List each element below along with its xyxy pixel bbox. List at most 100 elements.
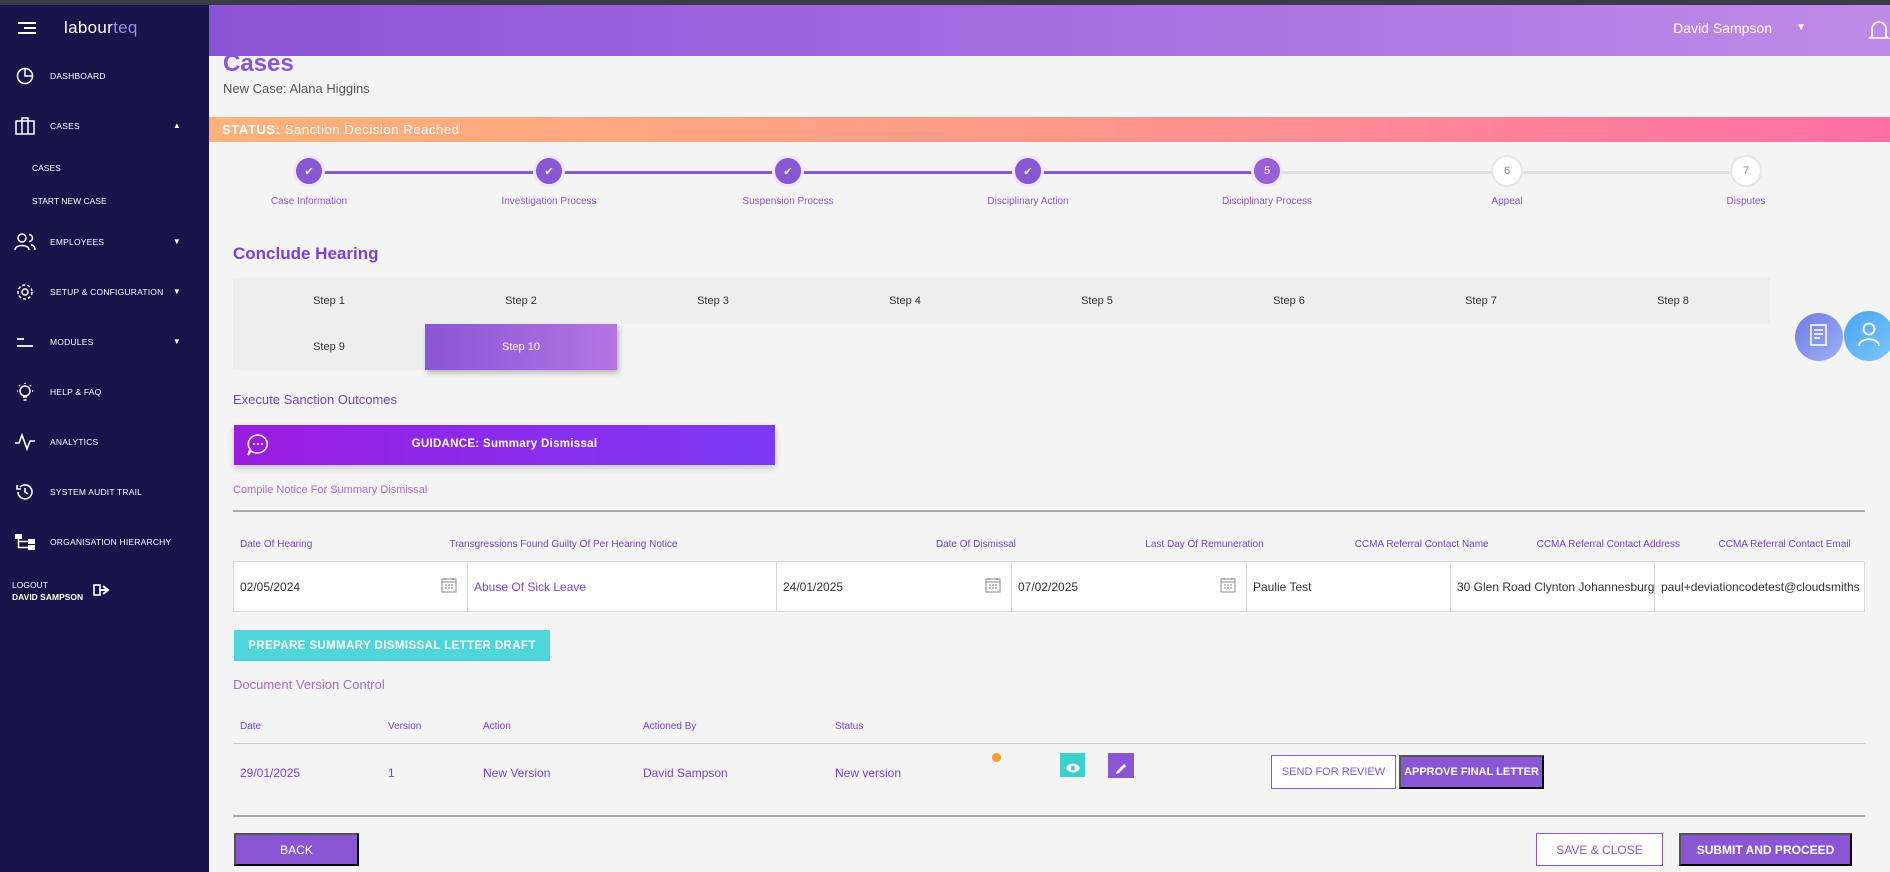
history-icon [14,481,36,503]
progress-stepper: ✔ Case Information ✔ Investigation Proce… [209,155,1890,215]
modules-icon [14,331,36,353]
notes-fab-button[interactable] [1795,313,1843,361]
submit-and-proceed-button[interactable]: SUBMIT AND PROCEED [1679,833,1852,866]
table-row: 29/01/2025 1 New Version David Sampson N… [233,744,1865,802]
sidebar-item-help[interactable]: Help & FAQ [0,367,209,417]
date-of-hearing-value: 02/05/2024 [240,579,301,594]
step-label: Appeal [1491,196,1523,207]
sidebar-item-label: Cases [50,121,80,131]
stepper-step-appeal[interactable]: 6 Appeal [1417,155,1597,207]
header-user-name[interactable]: David Sampson [1673,20,1772,36]
stepper-step-disputes[interactable]: 7 Disputes [1656,155,1836,207]
tab-step-4[interactable]: Step 4 [809,278,1001,324]
edit-document-button[interactable] [1108,753,1134,778]
sidebar-item-analytics[interactable]: Analytics [0,417,209,467]
chevron-down-icon[interactable]: ▼ [1796,22,1806,33]
chevron-up-icon[interactable]: ▲ [173,121,181,130]
col-date-of-dismissal: Date Of Dismissal [935,539,1016,550]
col-ccma-contact-name: CCMA Referral Contact Name [1354,539,1489,550]
stepper-step-suspension[interactable]: ✔ Suspension Process [698,155,878,207]
col-action: Action [483,721,511,732]
compile-notice-title: Compile Notice For Summary Dismissal [233,484,428,496]
version-table-header: Date Version Action Actioned By Status [233,712,1865,744]
calendar-icon[interactable] [985,577,1001,593]
form-header-row: Date Of Hearing Transgressions Found Gui… [233,533,1865,561]
view-document-button[interactable] [1060,753,1085,777]
col-last-day-remuneration: Last Day Of Remuneration [1145,539,1264,550]
tab-row: Step 9 Step 10 [233,324,618,370]
sidebar-item-label: Organisation Hierarchy [50,537,172,547]
status-value: Sanction Decision Reached [284,122,460,137]
ccma-contact-address-field[interactable]: 30 Glen Road Clynton Johannesburg [1451,561,1655,612]
sidebar-item-label: System Audit Trail [50,487,143,497]
row-actioned-by: David Sampson [643,766,728,780]
lightbulb-icon [14,381,36,403]
ccma-contact-name-field[interactable]: Paulie Test [1247,561,1451,612]
sidebar-item-label: Analytics [50,437,99,447]
col-ccma-contact-address: CCMA Referral Contact Address [1536,539,1680,550]
last-day-remuneration-field[interactable]: 07/02/2025 [1012,561,1247,612]
tab-step-9[interactable]: Step 9 [233,324,425,370]
chevron-down-icon[interactable]: ▼ [173,337,181,346]
stepper-step-disciplinary-process[interactable]: 5 Disciplinary Process [1177,155,1357,207]
guidance-banner[interactable]: GUIDANCE: Summary Dismissal [234,425,775,465]
save-and-close-button[interactable]: SAVE & CLOSE [1536,833,1663,866]
pie-chart-icon [14,65,36,87]
send-for-review-button[interactable]: SEND FOR REVIEW [1271,755,1396,789]
ccma-contact-email-field[interactable]: paul+deviationcodetest@cloudsmiths [1655,561,1865,612]
col-date-of-hearing: Date Of Hearing [240,539,313,550]
logout-link[interactable]: Logout David Sampson [0,567,209,603]
sidebar-item-hierarchy[interactable]: Organisation Hierarchy [0,517,209,567]
prepare-letter-draft-button[interactable]: PREPARE SUMMARY DISMISSAL LETTER DRAFT [234,630,550,661]
guidance-text: GUIDANCE: Summary Dismissal [411,438,598,450]
ccma-contact-name-value: Paulie Test [1253,579,1312,594]
document-icon [1806,322,1832,353]
sidebar-subitem-start-new-case[interactable]: Start New Case [0,184,209,217]
menu-toggle-icon[interactable] [18,22,36,34]
stepper-step-case-information[interactable]: ✔ Case Information [219,155,399,207]
row-date: 29/01/2025 [240,766,301,780]
tab-step-3[interactable]: Step 3 [617,278,809,324]
back-button[interactable]: BACK [234,833,359,866]
gear-icon [14,281,36,303]
tab-row: Step 1 Step 2 Step 3 Step 4 Step 5 Step … [233,278,1770,324]
sidebar-item-dashboard[interactable]: Dashboard [0,51,209,101]
sidebar-item-setup[interactable]: Setup & Configuration ▼ [0,267,209,317]
tab-step-8[interactable]: Step 8 [1577,278,1769,324]
app-logo[interactable]: labourteq [64,18,138,38]
tab-step-2[interactable]: Step 2 [425,278,617,324]
sidebar-item-employees[interactable]: Employees ▼ [0,217,209,267]
status-dot [992,753,1001,762]
page-subtitle: New Case: Alana Higgins [223,81,370,96]
pencil-icon [1114,762,1128,779]
step-label: Disciplinary Process [1221,196,1313,207]
chevron-down-icon[interactable]: ▼ [173,237,181,246]
transgressions-field[interactable]: Abuse Of Sick Leave [468,561,777,612]
approve-final-letter-button[interactable]: APPROVE FINAL LETTER [1399,755,1544,789]
tab-step-5[interactable]: Step 5 [1001,278,1193,324]
sidebar-item-label: Modules [50,337,94,347]
step-label: Disciplinary Action [987,196,1069,207]
page-title: Cases [223,50,294,77]
sidebar-item-cases[interactable]: Cases ▲ [0,101,209,151]
sidebar-item-audit-trail[interactable]: System Audit Trail [0,467,209,517]
sidebar-item-modules[interactable]: Modules ▼ [0,317,209,367]
sidebar-subitem-cases[interactable]: Cases [0,151,209,184]
calendar-icon[interactable] [441,577,457,593]
tab-step-6[interactable]: Step 6 [1193,278,1385,324]
tab-step-7[interactable]: Step 7 [1385,278,1577,324]
calendar-icon[interactable] [1220,577,1236,593]
document-version-control-title: Document Version Control [233,677,385,692]
briefcase-icon [14,115,36,137]
date-of-hearing-field[interactable]: 02/05/2024 [233,561,468,612]
chevron-down-icon[interactable]: ▼ [173,287,181,296]
date-of-dismissal-field[interactable]: 24/01/2025 [777,561,1012,612]
tab-step-10[interactable]: Step 10 [425,324,617,370]
tab-step-1[interactable]: Step 1 [233,278,425,324]
bell-icon[interactable] [1868,18,1890,42]
row-status: New version [835,766,902,780]
logout-icon[interactable] [93,583,111,600]
profile-fab-button[interactable] [1844,311,1890,361]
stepper-step-investigation[interactable]: ✔ Investigation Process [459,155,639,207]
stepper-step-disciplinary-action[interactable]: ✔ Disciplinary Action [938,155,1118,207]
